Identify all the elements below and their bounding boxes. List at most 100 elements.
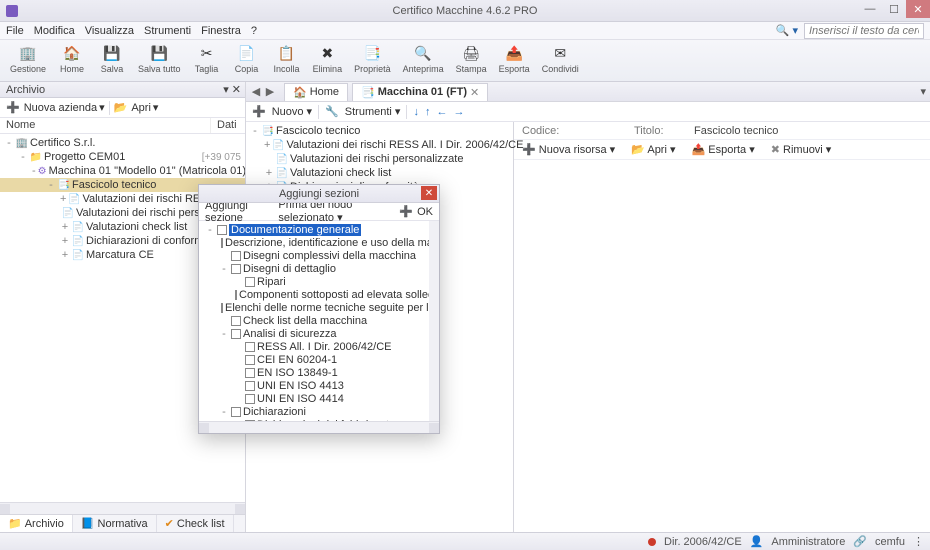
ribbon-stampa[interactable]: 🖨Stampa bbox=[450, 42, 493, 79]
add-section-button[interactable]: Aggiungi sezione bbox=[205, 200, 274, 224]
tree-node[interactable]: -📁Progetto CEM01[+39 075 bbox=[0, 150, 245, 164]
dialog-tree-node[interactable]: Componenti sottoposti ad elevata solleci… bbox=[199, 288, 429, 301]
status-user: Amministratore bbox=[771, 536, 845, 548]
prop-esporta[interactable]: 📤 Esporta ▾ bbox=[692, 143, 755, 156]
checkbox[interactable] bbox=[245, 394, 255, 404]
checkbox[interactable] bbox=[231, 407, 241, 417]
minimize-button[interactable]: — bbox=[858, 0, 882, 18]
checkbox[interactable] bbox=[221, 238, 223, 248]
checkbox[interactable] bbox=[245, 381, 255, 391]
tree-node[interactable]: -⚙Macchina 01 "Modello 01" (Matricola 01… bbox=[0, 164, 245, 178]
left-tab-check-list[interactable]: ✔Check list bbox=[157, 515, 234, 532]
menu-modifica[interactable]: Modifica bbox=[34, 25, 75, 37]
nav-up-icon[interactable]: ↑ bbox=[425, 106, 431, 118]
ribbon-home[interactable]: 🏠Home bbox=[52, 42, 92, 79]
right-tree-node[interactable]: 📄Valutazioni dei rischi personalizzate bbox=[246, 152, 513, 166]
checkbox[interactable] bbox=[221, 303, 223, 313]
col-dati[interactable]: Dati bbox=[211, 118, 245, 133]
tab-close-icon[interactable]: ✕ bbox=[470, 86, 479, 99]
left-toolbar: ➕ Nuova azienda ▾ 📂 Apri ▾ bbox=[0, 98, 245, 118]
close-button[interactable]: ✕ bbox=[906, 0, 930, 18]
doc-tab[interactable]: 🏠Home bbox=[284, 83, 348, 101]
menu-visualizza[interactable]: Visualizza bbox=[85, 25, 134, 37]
dialog-tree-node[interactable]: Elenchi delle norme tecniche seguite per… bbox=[199, 301, 429, 314]
left-tab-normativa[interactable]: 📘Normativa bbox=[73, 515, 157, 532]
dialog-tree-node[interactable]: -Disegni di dettaglio bbox=[199, 262, 429, 275]
prop-rimuovi[interactable]: ✖ Rimuovi ▾ bbox=[771, 143, 832, 156]
dialog-tree-node[interactable]: CEI EN 60204-1 bbox=[199, 353, 429, 366]
dialog-scrollbar[interactable] bbox=[199, 421, 439, 433]
dialog-title: Aggiungi sezioni bbox=[279, 188, 359, 200]
right-tree-node[interactable]: -📑Fascicolo tecnico bbox=[246, 124, 513, 138]
dialog-close-button[interactable]: ✕ bbox=[421, 186, 437, 200]
ribbon-gestione[interactable]: 🏢Gestione bbox=[4, 42, 52, 79]
ribbon-salva[interactable]: 💾Salva bbox=[92, 42, 132, 79]
menu-help[interactable]: ? bbox=[251, 25, 257, 37]
checkbox[interactable] bbox=[245, 342, 255, 352]
tree-node[interactable]: -🏢Certifico S.r.l. bbox=[0, 136, 245, 150]
tools-button[interactable]: Strumenti ▾ bbox=[345, 105, 401, 118]
checkbox[interactable] bbox=[231, 329, 241, 339]
col-nome[interactable]: Nome bbox=[0, 118, 211, 133]
nav-right-icon[interactable]: → bbox=[453, 106, 464, 118]
checkbox[interactable] bbox=[245, 277, 255, 287]
status-extra-icon[interactable]: ⋮ bbox=[913, 535, 924, 548]
maximize-button[interactable]: ☐ bbox=[882, 0, 906, 18]
status-db: cemfu bbox=[875, 536, 905, 548]
dialog-tree-node[interactable]: -Analisi di sicurezza bbox=[199, 327, 429, 340]
left-pane-close-icon[interactable]: ▾ ✕ bbox=[223, 83, 241, 96]
properties-panel: Codice: Titolo: Fascicolo tecnico ➕ Nuov… bbox=[514, 122, 930, 532]
dialog-tree[interactable]: -Documentazione generaleDescrizione, ide… bbox=[199, 221, 439, 421]
ribbon-taglia[interactable]: ✂Taglia bbox=[187, 42, 227, 79]
dialog-tree-node[interactable]: Descrizione, identificazione e uso della… bbox=[199, 236, 429, 249]
dialog-tree-node[interactable]: Disegni complessivi della macchina bbox=[199, 249, 429, 262]
new-icon: ➕ bbox=[252, 105, 266, 118]
nav-left-icon[interactable]: ← bbox=[436, 106, 447, 118]
search-input[interactable] bbox=[804, 23, 924, 39]
ribbon-proprietà[interactable]: 📑Proprietà bbox=[348, 42, 397, 79]
app-icon bbox=[6, 5, 18, 17]
checkbox[interactable] bbox=[231, 251, 241, 261]
dialog-tree-node[interactable]: -Documentazione generale bbox=[199, 223, 429, 236]
checkbox[interactable] bbox=[217, 225, 227, 235]
search-icon[interactable]: 🔍 ▾ bbox=[776, 24, 798, 37]
dialog-tree-node[interactable]: Check list della macchina bbox=[199, 314, 429, 327]
ribbon-copia[interactable]: 📄Copia bbox=[227, 42, 267, 79]
left-tabs: 📁Archivio📘Normativa✔Check list bbox=[0, 514, 245, 532]
open-button[interactable]: Apri ▾ bbox=[131, 101, 158, 114]
dialog-tree-node[interactable]: Ripari bbox=[199, 275, 429, 288]
ribbon-elimina[interactable]: ✖Elimina bbox=[307, 42, 349, 79]
ribbon-incolla[interactable]: 📋Incolla bbox=[267, 42, 307, 79]
menu-strumenti[interactable]: Strumenti bbox=[144, 25, 191, 37]
checkbox[interactable] bbox=[231, 264, 241, 274]
ribbon-salva-tutto[interactable]: 💾Salva tutto bbox=[132, 42, 187, 79]
new-company-button[interactable]: Nuova azienda ▾ bbox=[24, 101, 105, 114]
checkbox[interactable] bbox=[235, 290, 237, 300]
tabs-dropdown-icon[interactable]: ▾ bbox=[920, 85, 926, 98]
ribbon-esporta[interactable]: 📤Esporta bbox=[493, 42, 536, 79]
prop-apri[interactable]: 📂 Apri ▾ bbox=[631, 143, 675, 156]
dialog-tree-node[interactable]: EN ISO 13849-1 bbox=[199, 366, 429, 379]
prop-nuova-risorsa[interactable]: ➕ Nuova risorsa ▾ bbox=[522, 143, 615, 156]
tab-nav-arrows[interactable]: ◀▶ bbox=[250, 85, 276, 98]
dialog-tree-node[interactable]: -Dichiarazioni bbox=[199, 405, 429, 418]
ribbon-anteprima[interactable]: 🔍Anteprima bbox=[397, 42, 450, 79]
nav-down-icon[interactable]: ↓ bbox=[413, 106, 419, 118]
right-tree-node[interactable]: +📄Valutazioni check list bbox=[246, 166, 513, 180]
menu-file[interactable]: File bbox=[6, 25, 24, 37]
menu-finestra[interactable]: Finestra bbox=[201, 25, 241, 37]
dialog-tree-node[interactable]: UNI EN ISO 4413 bbox=[199, 379, 429, 392]
ok-button[interactable]: OK bbox=[417, 206, 433, 218]
doc-tab[interactable]: 📑Macchina 01 (FT)✕ bbox=[352, 83, 488, 101]
checkbox[interactable] bbox=[245, 368, 255, 378]
dialog-tree-node[interactable]: UNI EN ISO 4414 bbox=[199, 392, 429, 405]
right-tree-node[interactable]: +📄Valutazioni dei rischi RESS All. I Dir… bbox=[246, 138, 513, 152]
left-tab-archivio[interactable]: 📁Archivio bbox=[0, 515, 73, 532]
ribbon-condividi[interactable]: ✉Condividi bbox=[536, 42, 585, 79]
checkbox[interactable] bbox=[231, 316, 241, 326]
checkbox[interactable] bbox=[245, 355, 255, 365]
left-scrollbar[interactable] bbox=[0, 502, 245, 514]
dialog-tree-node[interactable]: RESS All. I Dir. 2006/42/CE bbox=[199, 340, 429, 353]
dialog-titlebar[interactable]: Aggiungi sezioni ✕ bbox=[199, 185, 439, 203]
new-button[interactable]: Nuovo ▾ bbox=[272, 105, 312, 118]
